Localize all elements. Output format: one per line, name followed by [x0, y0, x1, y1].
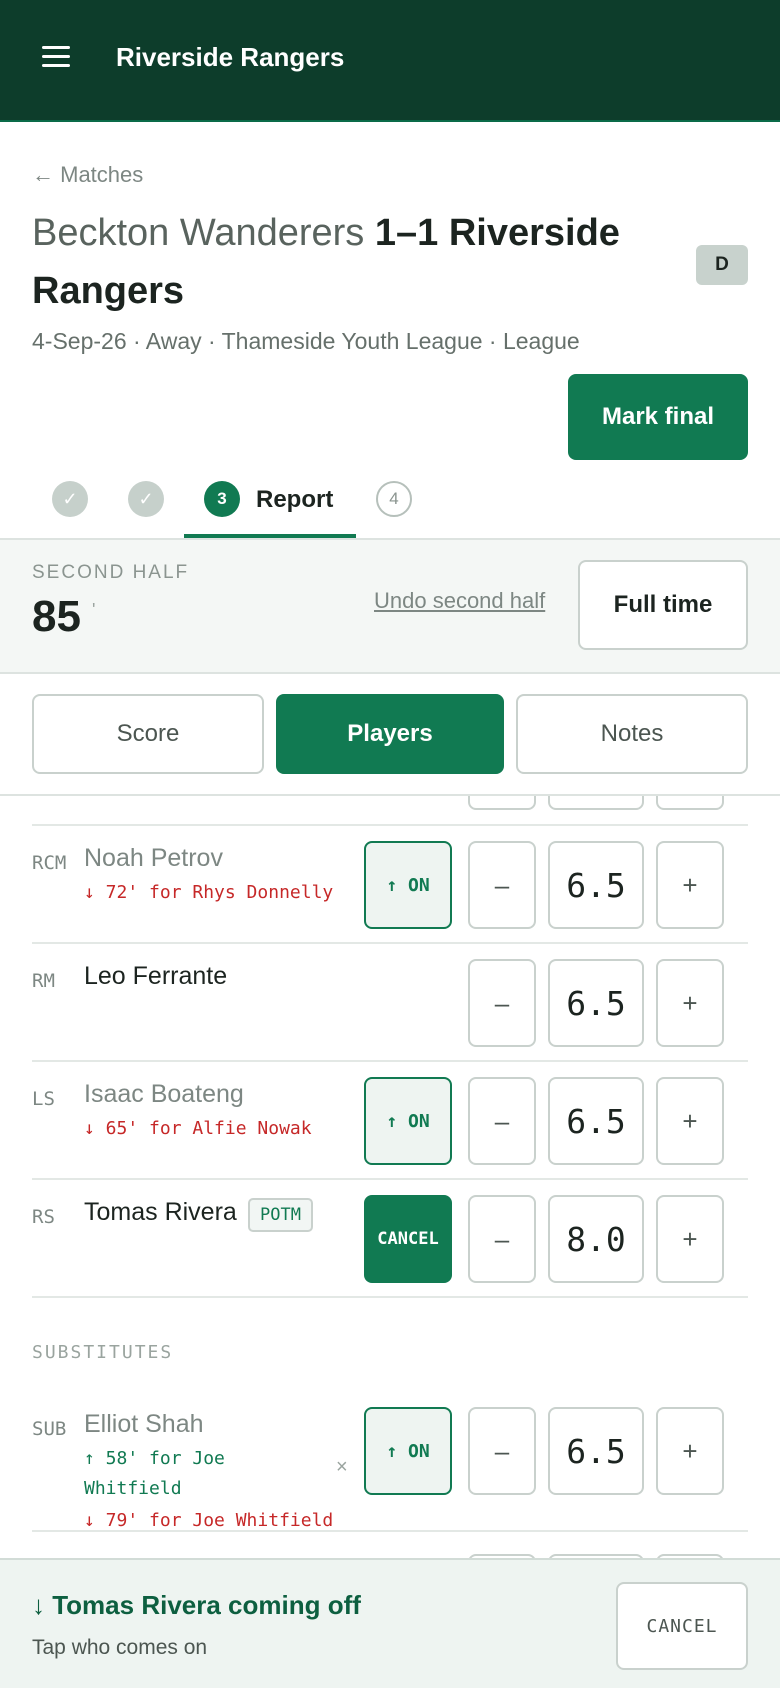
- mark-final-button[interactable]: Mark final: [568, 374, 748, 460]
- result-badge: D: [696, 245, 748, 285]
- player-position: RS: [32, 1206, 55, 1228]
- rating-increase-button[interactable]: +: [656, 841, 724, 929]
- home-team: Beckton Wanderers: [32, 212, 365, 254]
- remove-sub-icon[interactable]: ×: [336, 1456, 348, 1479]
- sheet-instruction: Tap who comes on: [32, 1636, 208, 1659]
- match-clock-panel: SECOND HALF 85 ' Undo second half Full t…: [0, 540, 780, 674]
- rating-decrease-button[interactable]: –: [468, 1077, 536, 1165]
- sub-off-note: ↓ 72' for Rhys Donnelly: [84, 882, 334, 903]
- rating-value: 8.0: [548, 1195, 644, 1283]
- player-position: LS: [32, 1088, 55, 1110]
- player-name: Leo Ferrante: [84, 962, 228, 990]
- player-position: SUB: [32, 1418, 67, 1440]
- player-name: Elliot Shah: [84, 1410, 204, 1438]
- full-time-button[interactable]: Full time: [578, 560, 748, 650]
- player-row: LS Isaac Boateng ↓ 65' for Alfie Nowak ↑…: [32, 1062, 748, 1180]
- player-list: RCM Noah Petrov ↓ 72' for Rhys Donnelly …: [0, 796, 780, 1558]
- step-1-done-check-icon[interactable]: ✓: [52, 481, 88, 517]
- menu-icon[interactable]: [42, 46, 70, 68]
- match-meta: 4-Sep-26 · Away · Thameside Youth League…: [32, 328, 580, 354]
- rating-decrease-button[interactable]: –: [468, 841, 536, 929]
- section-tabs: Score Players Notes: [0, 674, 780, 796]
- sub-on-button[interactable]: ↑ ON: [364, 841, 452, 929]
- rating-value: 6.5: [548, 1407, 644, 1495]
- step-3-number[interactable]: 3: [204, 481, 240, 517]
- sheet-title: ↓ Tomas Rivera coming off: [32, 1590, 361, 1620]
- step-2-done-check-icon[interactable]: ✓: [128, 481, 164, 517]
- rating-value: 6.5: [548, 959, 644, 1047]
- rating-value: [548, 796, 644, 810]
- player-row-partial: [32, 796, 748, 826]
- back-to-matches-link[interactable]: ← Matches: [32, 162, 143, 188]
- rating-value: 6.5: [548, 1077, 644, 1165]
- substitute-row: SUB Elliot Shah ↑ 58' for Joe Whitfield …: [32, 1392, 748, 1532]
- sub-on-note: ↑ 58' for Joe: [84, 1448, 225, 1469]
- rating-increase-button[interactable]: +: [656, 1077, 724, 1165]
- rating-decrease-button[interactable]: –: [468, 1195, 536, 1283]
- player-row: RM Leo Ferrante – 6.5 +: [32, 944, 748, 1062]
- potm-badge: POTM: [248, 1198, 313, 1232]
- rating-decrease-button[interactable]: –: [468, 1407, 536, 1495]
- app-bar: Riverside Rangers: [0, 0, 780, 122]
- player-row: RS Tomas Rivera POTM CANCEL – 8.0 +: [32, 1180, 748, 1298]
- rating-decrease-button[interactable]: –: [468, 959, 536, 1047]
- rating-value: 6.5: [548, 841, 644, 929]
- match-title: Beckton Wanderers 1–1 Riverside Rangers: [32, 204, 672, 320]
- match-minute: 85: [32, 592, 81, 641]
- substitute-row-partial: [32, 1532, 748, 1558]
- player-name: Noah Petrov: [84, 844, 223, 872]
- substitution-sheet: ↓ Tomas Rivera coming off Tap who comes …: [0, 1558, 780, 1688]
- active-step-indicator: [184, 534, 356, 538]
- undo-second-half-link[interactable]: Undo second half: [374, 588, 545, 614]
- app-title: Riverside Rangers: [116, 42, 345, 72]
- player-position: RM: [32, 970, 55, 992]
- player-name: Tomas Rivera: [84, 1198, 237, 1226]
- step-3-label[interactable]: Report: [256, 486, 333, 514]
- period-label: SECOND HALF: [32, 562, 190, 583]
- rating-increase-button[interactable]: +: [656, 1407, 724, 1495]
- rating-decrease-button[interactable]: [468, 796, 536, 810]
- sheet-cancel-button[interactable]: CANCEL: [616, 1582, 748, 1670]
- rating-increase-button[interactable]: +: [656, 959, 724, 1047]
- rating-increase-button[interactable]: +: [656, 1195, 724, 1283]
- sub-on-button[interactable]: ↑ ON: [364, 1407, 452, 1495]
- sub-on-button[interactable]: ↑ ON: [364, 1077, 452, 1165]
- rating-increase-button[interactable]: [656, 796, 724, 810]
- substitutes-header: SUBSTITUTES: [32, 1342, 174, 1363]
- step-4-number[interactable]: 4: [376, 481, 412, 517]
- report-stepper: ✓ ✓ 3 Report 4: [0, 470, 780, 540]
- player-row: RCM Noah Petrov ↓ 72' for Rhys Donnelly …: [32, 826, 748, 944]
- player-name: Isaac Boateng: [84, 1080, 244, 1108]
- sub-on-note-continued: Whitfield: [84, 1478, 182, 1499]
- minute-mark: ': [92, 600, 96, 620]
- tab-players[interactable]: Players: [276, 694, 504, 774]
- sub-off-note: ↓ 65' for Alfie Nowak: [84, 1118, 312, 1139]
- tab-score[interactable]: Score: [32, 694, 264, 774]
- cancel-sub-button[interactable]: CANCEL: [364, 1195, 452, 1283]
- tab-notes[interactable]: Notes: [516, 694, 748, 774]
- player-position: RCM: [32, 852, 67, 874]
- sub-off-note: ↓ 79' for Joe Whitfield: [84, 1510, 334, 1531]
